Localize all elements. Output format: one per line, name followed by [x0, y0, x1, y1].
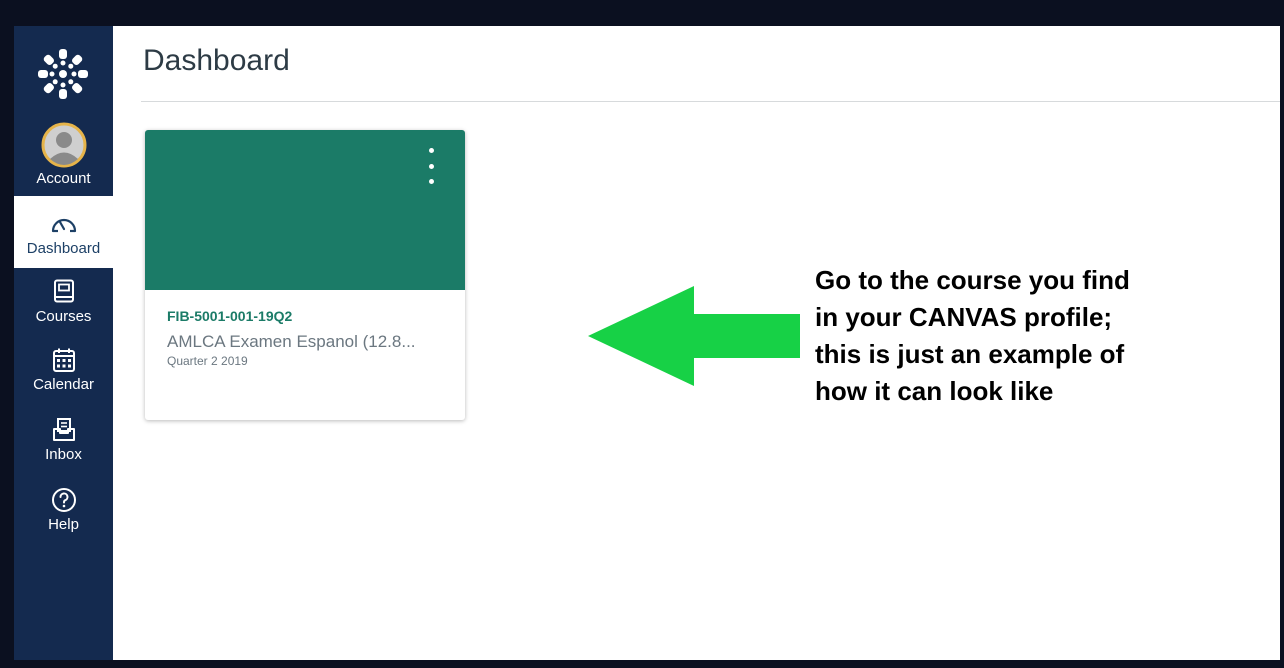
course-card-header[interactable] — [145, 130, 465, 290]
nav-label-help: Help — [48, 516, 79, 533]
annotation-line: how it can look like — [815, 376, 1054, 406]
help-icon — [51, 484, 77, 516]
global-navigation: Account Dashboard Courses Calendar Inbox… — [14, 26, 113, 660]
nav-label-account: Account — [36, 170, 91, 187]
calendar-icon — [52, 344, 76, 376]
annotation-line: this is just an example of — [815, 339, 1125, 369]
nav-label-courses: Courses — [35, 308, 92, 325]
nav-item-calendar[interactable]: Calendar — [14, 344, 113, 404]
course-name[interactable]: AMLCA Examen Espanol (12.8... — [167, 332, 416, 352]
header-divider — [141, 101, 1280, 102]
nav-item-dashboard[interactable]: Dashboard — [14, 196, 113, 268]
nav-item-help[interactable]: Help — [14, 484, 113, 544]
kebab-menu-icon[interactable] — [421, 148, 441, 184]
avatar-icon — [41, 122, 87, 168]
nav-label-inbox: Inbox — [45, 446, 82, 463]
page-title: Dashboard — [143, 44, 290, 77]
screenshot-frame: Account Dashboard Courses Calendar Inbox… — [0, 0, 1284, 668]
inbox-icon — [52, 414, 76, 446]
canvas-lms-screen: Account Dashboard Courses Calendar Inbox… — [14, 26, 1280, 660]
annotation-line: Go to the course you find — [815, 265, 1130, 295]
course-card[interactable]: FIB-5001-001-19Q2 AMLCA Examen Espanol (… — [145, 130, 465, 420]
nav-item-inbox[interactable]: Inbox — [14, 414, 113, 474]
main-content: Dashboard FIB-5001-001-19Q2 AMLCA Examen… — [113, 26, 1280, 660]
green-arrow-icon — [588, 286, 800, 386]
nav-label-dashboard: Dashboard — [26, 239, 101, 257]
course-term: Quarter 2 2019 — [167, 354, 248, 368]
instruction-annotation: Go to the course you find in your CANVAS… — [815, 262, 1280, 410]
book-icon — [53, 276, 75, 308]
course-code[interactable]: FIB-5001-001-19Q2 — [167, 308, 292, 324]
annotation-line: in your CANVAS profile; — [815, 302, 1113, 332]
nav-item-courses[interactable]: Courses — [14, 276, 113, 336]
speedometer-icon — [50, 208, 78, 240]
canvas-logo-icon[interactable] — [33, 44, 93, 104]
nav-item-account[interactable]: Account — [14, 122, 113, 194]
nav-label-calendar: Calendar — [33, 376, 94, 393]
